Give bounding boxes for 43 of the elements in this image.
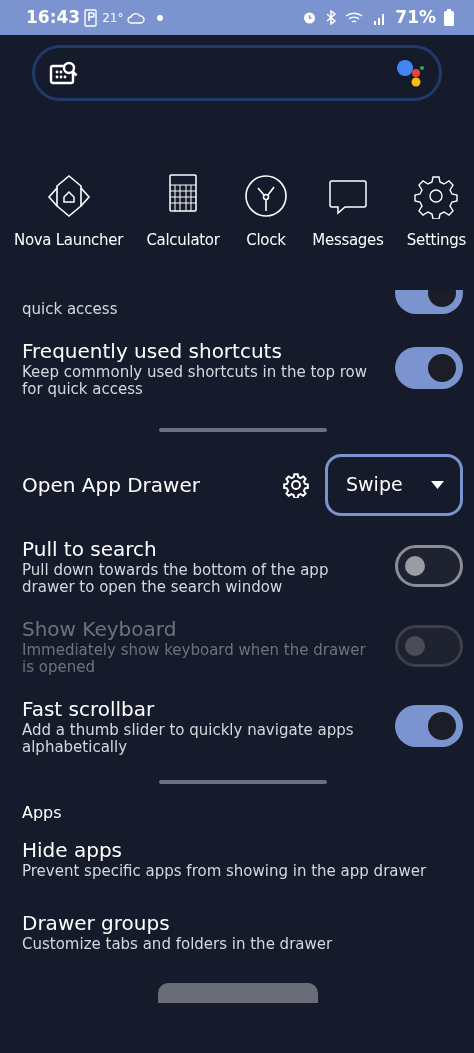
app-search-icon <box>49 60 79 86</box>
dot-icon <box>157 14 164 21</box>
settings-icon <box>413 173 460 219</box>
setting-title: Show Keyboard <box>22 615 178 642</box>
hexagon-house-icon <box>45 173 92 219</box>
setting-title: Hide apps <box>22 836 124 863</box>
setting-description: Add a thumb slider to quickly navigate apps alphabetically <box>22 721 355 756</box>
setting-item[interactable]: Hide apps Prevent specific apps from showing in the app drawer <box>22 836 463 880</box>
cloud-icon <box>127 11 146 24</box>
clock-time: 16:43 <box>26 5 81 29</box>
assistant-icon[interactable] <box>395 58 425 88</box>
section-header: Apps <box>22 803 63 821</box>
setting-title: Open App Drawer <box>22 471 201 498</box>
toggle-switch[interactable] <box>395 704 463 747</box>
app-label[interactable]: Messages <box>312 229 384 252</box>
setting-description: Keep commonly used shortcuts in the top row for quick access <box>22 363 369 398</box>
app-label[interactable]: Clock <box>246 229 286 252</box>
setting-title: Pull to search <box>22 535 158 562</box>
battery-icon <box>444 9 454 26</box>
setting-item[interactable]: Drawer groups Customize tabs and folders in the drawer <box>22 909 463 953</box>
battery-percentage: 71% <box>395 5 436 29</box>
setting-title: Drawer groups <box>22 909 171 936</box>
settings-icon[interactable] <box>283 471 309 498</box>
setting-description: Prevent specific apps from showing in the app drawer <box>22 862 428 880</box>
clock-icon <box>242 173 289 219</box>
dropdown-button[interactable]: Swipe <box>325 453 463 516</box>
app-label[interactable]: Calculator <box>146 229 220 252</box>
toggle-switch[interactable] <box>395 346 463 389</box>
alarm-icon <box>302 10 318 25</box>
parking-icon <box>84 8 99 27</box>
setting-title: Fast scrollbar <box>22 695 156 722</box>
setting-description: Immediately show keyboard when the drawer is opened <box>22 641 367 676</box>
toggle-switch[interactable] <box>395 544 463 587</box>
app-label[interactable]: Settings <box>406 229 466 252</box>
setting-title: Frequently used shortcuts <box>22 337 283 364</box>
setting-description: quick access <box>22 298 118 318</box>
app-label[interactable]: Nova Launcher <box>14 229 124 252</box>
setting-description: Customize tabs and folders in the drawer <box>22 935 334 953</box>
search-bar[interactable] <box>32 45 442 101</box>
caret-icon <box>431 480 444 489</box>
setting-description: Pull down towards the bottom of the app drawer to open the search window <box>22 561 330 596</box>
temperature: 21° <box>102 9 124 27</box>
bluetooth-icon <box>325 10 338 25</box>
